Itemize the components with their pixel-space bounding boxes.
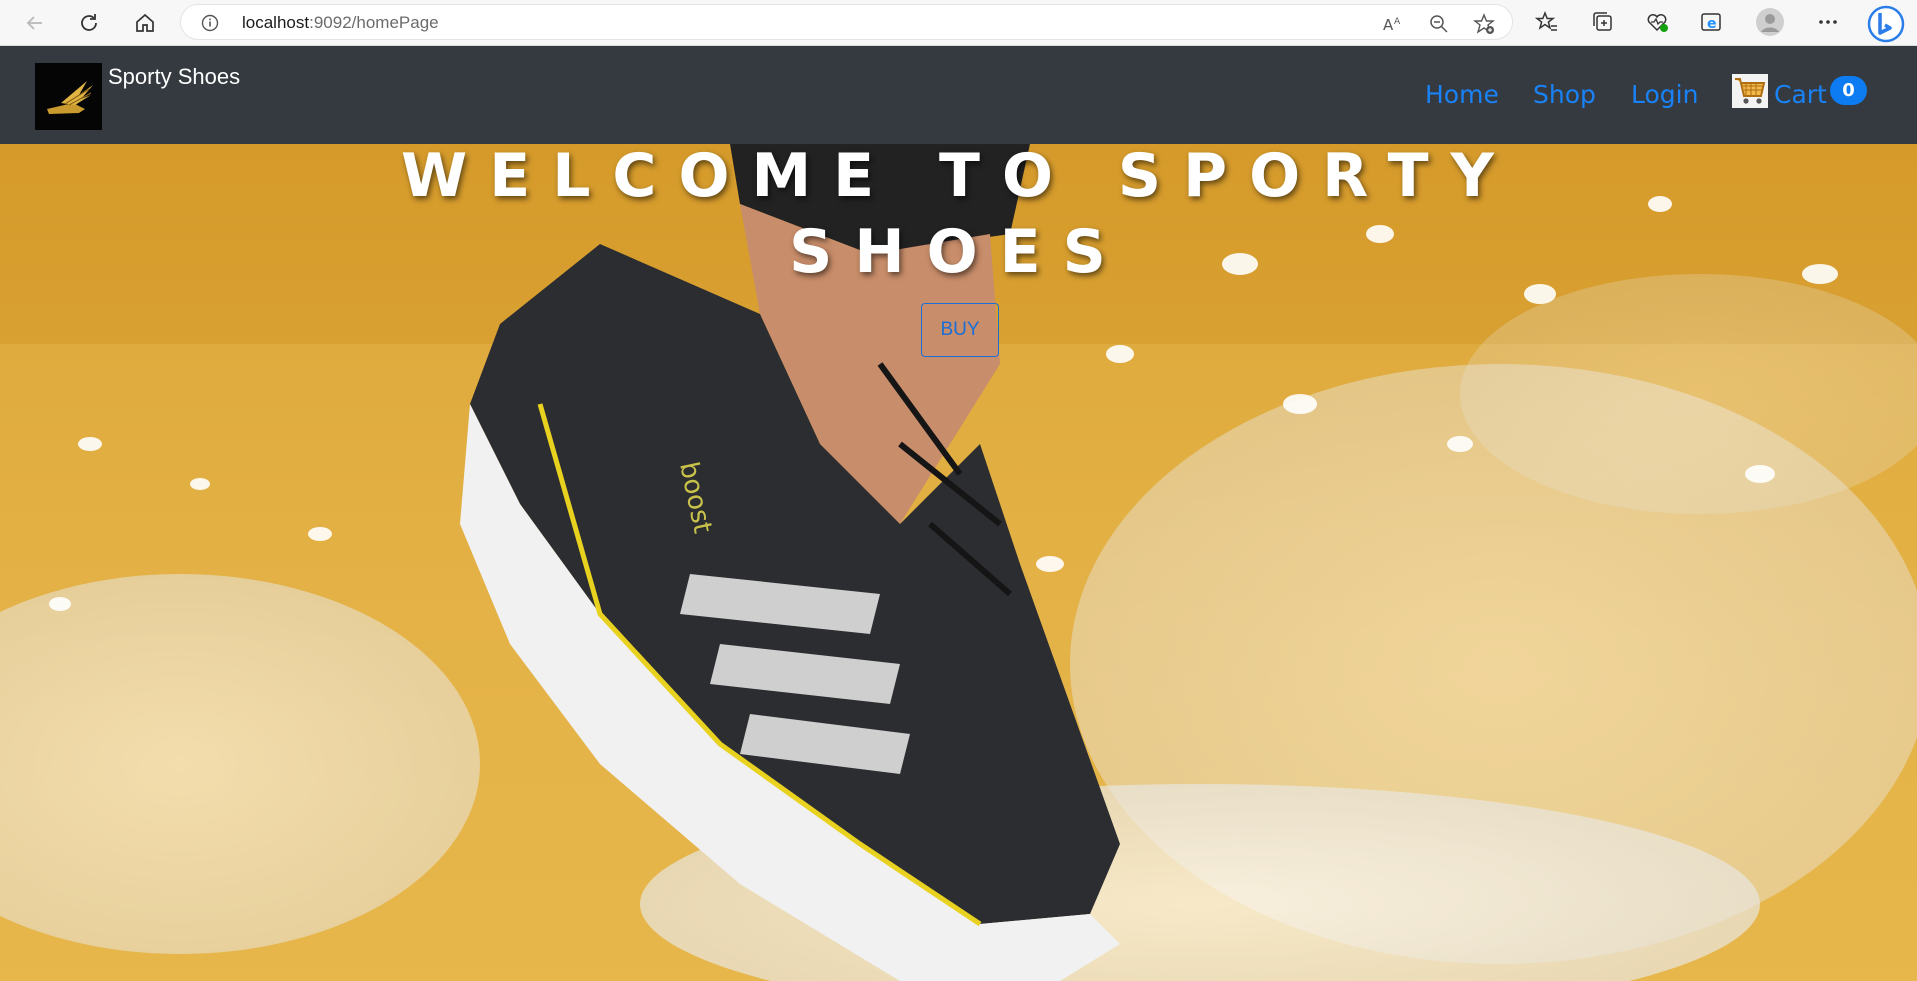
hero-title: WELCOME TO SPORTY SHOES bbox=[0, 144, 1917, 290]
svg-text:A: A bbox=[1383, 16, 1394, 33]
nav-login-link[interactable]: Login bbox=[1631, 80, 1698, 109]
url-host: localhost bbox=[242, 13, 310, 32]
nav-cart-link[interactable]: Cart bbox=[1774, 80, 1827, 109]
site-info-icon[interactable] bbox=[201, 14, 219, 36]
hero-title-line-2: SHOES bbox=[789, 217, 1128, 287]
bing-copilot-icon[interactable] bbox=[1866, 4, 1906, 44]
brand-logo[interactable] bbox=[35, 63, 102, 130]
internet-explorer-mode-icon[interactable]: e bbox=[1700, 10, 1724, 34]
url-text[interactable]: localhost:9092/homePage bbox=[242, 13, 439, 33]
add-favorite-icon[interactable] bbox=[1473, 13, 1495, 34]
address-bar[interactable]: localhost:9092/homePage AA bbox=[180, 4, 1513, 40]
profile-avatar-icon[interactable] bbox=[1755, 7, 1785, 37]
zoom-out-icon[interactable] bbox=[1428, 14, 1450, 34]
home-icon bbox=[136, 13, 154, 32]
buy-button[interactable]: BUY bbox=[921, 303, 999, 357]
cart-count-badge: 0 bbox=[1830, 76, 1867, 105]
home-button[interactable] bbox=[130, 8, 160, 38]
back-button[interactable] bbox=[20, 8, 50, 38]
read-aloud-icon[interactable]: AA bbox=[1383, 14, 1405, 34]
hero-title-line-1: WELCOME TO SPORTY bbox=[401, 144, 1516, 211]
brand-name[interactable]: Sporty Shoes bbox=[108, 64, 240, 90]
back-arrow-icon bbox=[26, 16, 42, 30]
browser-essentials-icon[interactable] bbox=[1645, 10, 1669, 34]
winged-shoe-logo-icon bbox=[47, 81, 93, 114]
site-navbar: Sporty Shoes Home Shop Login Cart 0 bbox=[0, 46, 1917, 144]
refresh-icon bbox=[81, 14, 97, 31]
shopping-cart-icon[interactable] bbox=[1732, 74, 1768, 108]
nav-shop-link[interactable]: Shop bbox=[1533, 80, 1596, 109]
nav-home-link[interactable]: Home bbox=[1425, 80, 1499, 109]
svg-text:A: A bbox=[1394, 17, 1401, 27]
url-path: :9092/homePage bbox=[309, 13, 439, 32]
collections-icon[interactable] bbox=[1591, 10, 1615, 34]
refresh-button[interactable] bbox=[74, 8, 104, 38]
hero-banner: boost WELCOME TO SPORTY SHOES BUY bbox=[0, 144, 1917, 981]
favorites-icon[interactable] bbox=[1535, 10, 1559, 34]
more-options-icon[interactable] bbox=[1816, 10, 1840, 34]
svg-text:e: e bbox=[1707, 16, 1717, 32]
browser-toolbar: localhost:9092/homePage AA e bbox=[0, 0, 1917, 46]
